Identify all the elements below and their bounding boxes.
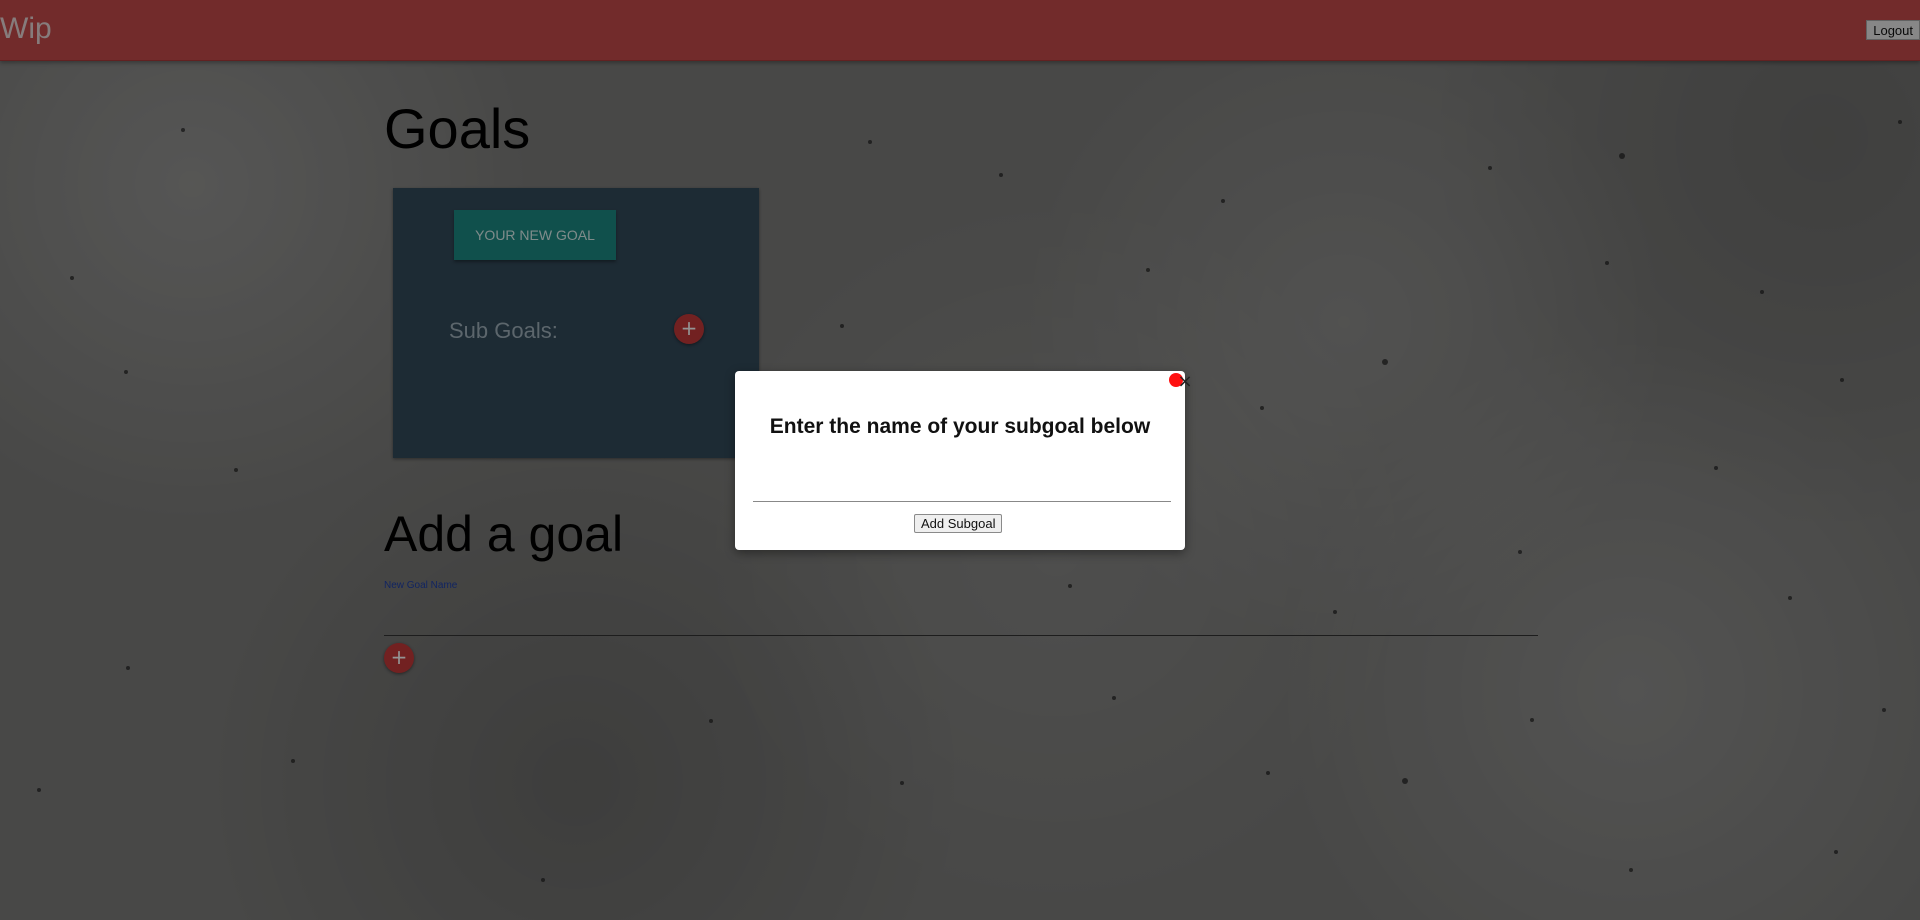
subgoal-name-input[interactable] — [753, 471, 1171, 502]
close-icon[interactable]: × — [1176, 373, 1194, 391]
modal-title: Enter the name of your subgoal below — [769, 415, 1151, 438]
add-subgoal-button[interactable]: Add Subgoal — [914, 514, 1003, 533]
subgoal-modal: × Enter the name of your subgoal below A… — [735, 371, 1193, 550]
